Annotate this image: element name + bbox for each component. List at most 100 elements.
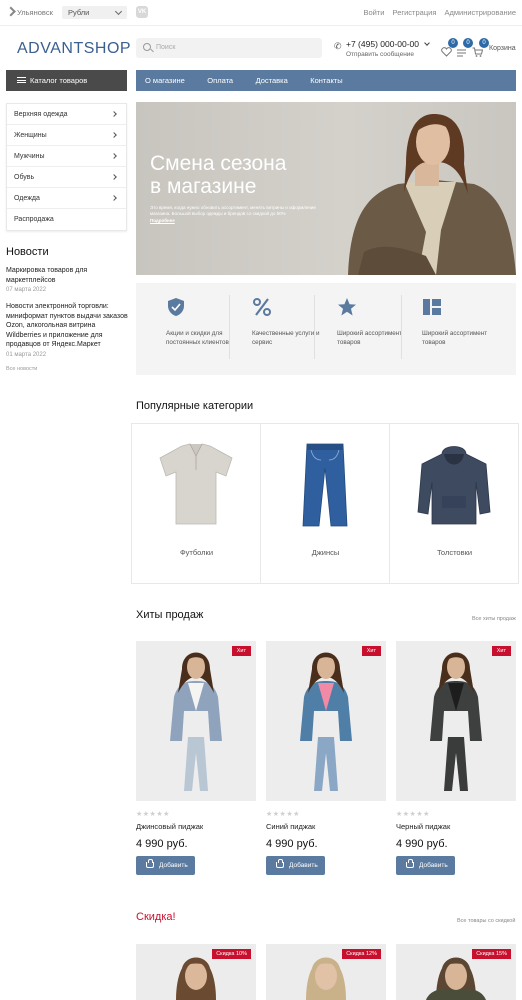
phone-number[interactable]: +7 (495) 000-00-00 (346, 39, 430, 49)
add-to-cart-button[interactable]: Добавить (396, 856, 455, 875)
sale-product-card[interactable]: Скидка 10% (136, 944, 256, 1000)
banner-title: Смена сезона в магазине (150, 152, 287, 198)
news-title[interactable]: Новости электронной торговли: миниформат… (6, 302, 128, 350)
discount-badge: Скидка 10% (212, 949, 251, 959)
cart-icon (472, 47, 484, 57)
menu-icon (17, 77, 26, 83)
hits-heading: Хиты продаж (136, 609, 204, 621)
nav-item-contacts[interactable]: Контакты (310, 70, 342, 91)
send-message-link[interactable]: Отправить сообщение (346, 51, 414, 58)
category-label: Джинсы (311, 548, 340, 557)
cart-label[interactable]: Корзина (489, 45, 516, 52)
hit-badge: Хит (491, 646, 511, 656)
popular-categories: Футболки Джинсы Толстовки (131, 423, 519, 584)
star-icon (338, 298, 356, 316)
search-icon (143, 43, 151, 51)
product-image[interactable]: Хит (136, 641, 256, 801)
category-item[interactable]: Обувь (7, 167, 126, 188)
category-label: Футболки (179, 548, 214, 557)
search-input[interactable]: Поиск (136, 38, 322, 58)
category-menu: Верхняя одежда Женщины Мужчины Обувь Оде… (6, 103, 127, 231)
sale-product-card[interactable]: Скидка 12% (266, 944, 386, 1000)
popular-category-card[interactable]: Джинсы (261, 424, 390, 583)
sale-heading: Скидка! (136, 911, 176, 923)
compare-icon (457, 49, 466, 57)
hit-badge: Хит (231, 646, 251, 656)
product-price: 4 990 руб. (136, 838, 188, 850)
polo-shirt-icon (159, 443, 233, 525)
discount-badge: Скидка 12% (342, 949, 381, 959)
rating-stars[interactable]: ★★★★★ (266, 810, 300, 818)
popular-categories-heading: Популярные категории (136, 400, 254, 412)
basket-icon (146, 859, 154, 868)
currency-select[interactable]: Рубли (62, 6, 127, 19)
category-item[interactable]: Одежда (7, 188, 126, 209)
register-link[interactable]: Регистрация (393, 8, 437, 17)
rating-stars[interactable]: ★★★★★ (136, 810, 170, 818)
product-model-image (136, 641, 256, 801)
compare-button[interactable]: 0 (456, 38, 473, 57)
product-model-image (396, 641, 516, 801)
site-logo[interactable]: ADVANTSHOP (17, 40, 131, 58)
nav-item-payment[interactable]: Оплата (207, 70, 233, 91)
sale-product-card[interactable]: Скидка 15% (396, 944, 516, 1000)
cart-count-badge: 0 (479, 38, 489, 48)
product-name[interactable]: Синий пиджак (266, 822, 315, 831)
shield-check-icon (168, 298, 184, 316)
add-to-cart-button[interactable]: Добавить (266, 856, 325, 875)
city-selector[interactable]: Ульяновск (5, 6, 53, 17)
rating-stars[interactable]: ★★★★★ (396, 810, 430, 818)
category-item[interactable]: Верхняя одежда (7, 104, 126, 125)
news-item[interactable]: Маркировка товаров для маркетплейсов 07 … (6, 266, 128, 293)
product-card[interactable]: Хит ★★★★★ Синий пиджак 4 990 руб. Добави… (266, 641, 386, 875)
phone-icon: ✆ (334, 41, 342, 51)
all-sale-link[interactable]: Все товары со скидкой (457, 918, 515, 924)
news-item[interactable]: Новости электронной торговли: миниформат… (6, 302, 128, 358)
chevron-right-icon (111, 195, 117, 201)
vk-icon[interactable]: VK (136, 6, 148, 18)
login-link[interactable]: Войти (363, 8, 384, 17)
category-label: Толстовки (436, 548, 473, 557)
category-item[interactable]: Распродажа (7, 209, 126, 230)
banner-subtitle: Это время, когда нужно обновить ассортим… (150, 205, 316, 216)
feature-text: Широкий ассортимент товаров (422, 330, 488, 346)
wishlist-button[interactable]: 0 (441, 38, 458, 57)
product-name[interactable]: Джинсовый пиджак (136, 822, 203, 831)
chevron-right-icon (111, 174, 117, 180)
chevron-down-icon (114, 7, 123, 16)
chevron-down-icon (424, 40, 430, 46)
basket-icon (276, 859, 284, 868)
popular-category-card[interactable]: Футболки (132, 424, 261, 583)
chevron-right-icon (111, 132, 117, 138)
product-card[interactable]: Хит ★★★★★ Черный пиджак 4 990 руб. Добав… (396, 641, 516, 875)
discount-badge: Скидка 15% (472, 949, 511, 959)
admin-link[interactable]: Администрирование (444, 8, 516, 17)
hit-badge: Хит (361, 646, 381, 656)
news-title[interactable]: Маркировка товаров для маркетплейсов (6, 266, 128, 285)
chevron-right-icon (111, 153, 117, 159)
hero-banner[interactable]: Смена сезона в магазине Это время, когда … (136, 102, 516, 275)
product-card[interactable]: Хит ★★★★★ Джинсовый пиджак 4 990 руб. До… (136, 641, 256, 875)
banner-more-link[interactable]: Подробнее (150, 218, 175, 223)
product-model-image (266, 641, 386, 801)
product-image[interactable]: Хит (396, 641, 516, 801)
news-heading: Новости (6, 246, 49, 258)
category-item[interactable]: Женщины (7, 125, 126, 146)
cart-button[interactable]: 0 (472, 38, 489, 57)
product-price: 4 990 руб. (266, 838, 318, 850)
all-news-link[interactable]: Все новости (6, 366, 37, 372)
heart-icon (441, 47, 452, 57)
feature-item: Акции и скидки для постоянных клиентов (136, 283, 229, 375)
add-to-cart-button[interactable]: Добавить (136, 856, 195, 875)
product-image[interactable]: Хит (266, 641, 386, 801)
nav-item-delivery[interactable]: Доставка (256, 70, 288, 91)
news-date: 01 марта 2022 (6, 351, 47, 358)
product-name[interactable]: Черный пиджак (396, 822, 450, 831)
catalog-button[interactable]: Каталог товаров (6, 70, 127, 91)
category-item[interactable]: Мужчины (7, 146, 126, 167)
all-hits-link[interactable]: Все хиты продаж (472, 616, 516, 622)
feature-item: Широкий ассортимент товаров (307, 283, 402, 375)
nav-item-about[interactable]: О магазине (145, 70, 185, 91)
popular-category-card[interactable]: Толстовки (390, 424, 519, 583)
feature-item: Качественные услуги и сервис (222, 283, 320, 375)
